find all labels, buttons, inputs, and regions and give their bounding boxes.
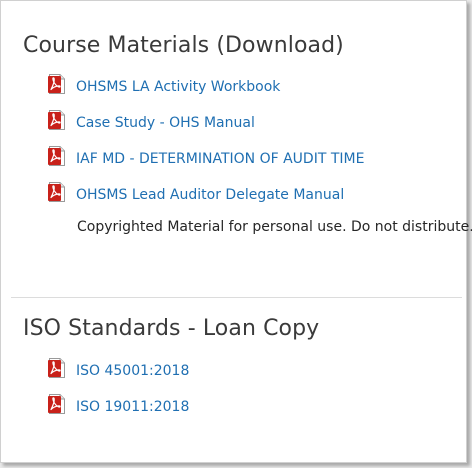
list-item: ISO 45001:2018 (1, 353, 466, 389)
list-item: IAF MD - DETERMINATION OF AUDIT TIME (1, 141, 466, 177)
list-item: Case Study - OHS Manual (1, 105, 466, 141)
course-materials-section: Course Materials (Download) OHSMS LA Act… (1, 31, 472, 235)
file-link-iso-45001[interactable]: ISO 45001:2018 (76, 363, 189, 379)
file-link-iso-19011[interactable]: ISO 19011:2018 (76, 399, 189, 415)
course-materials-list: OHSMS LA Activity Workbook Case Study - … (1, 69, 466, 213)
list-item: ISO 19011:2018 (1, 389, 466, 425)
course-panel: Course Materials (Download) OHSMS LA Act… (0, 0, 472, 463)
list-item: OHSMS LA Activity Workbook (1, 69, 466, 105)
pdf-icon (48, 146, 66, 166)
file-link-case-study[interactable]: Case Study - OHS Manual (76, 115, 255, 131)
copyright-note: Copyrighted Material for personal use. D… (77, 219, 472, 235)
pdf-icon (48, 182, 66, 202)
file-link-iaf-md[interactable]: IAF MD - DETERMINATION OF AUDIT TIME (76, 151, 364, 167)
section-divider (11, 297, 462, 298)
iso-standards-section: ISO Standards - Loan Copy ISO 45001:2018… (1, 314, 466, 425)
pdf-icon (48, 358, 66, 378)
pdf-icon (48, 110, 66, 130)
pdf-icon (48, 74, 66, 94)
course-materials-heading: Course Materials (Download) (23, 33, 344, 58)
file-link-delegate-manual[interactable]: OHSMS Lead Auditor Delegate Manual (76, 187, 344, 203)
pdf-icon (48, 394, 66, 414)
iso-standards-list: ISO 45001:2018 ISO 19011:2018 (1, 353, 466, 425)
iso-standards-heading: ISO Standards - Loan Copy (23, 316, 320, 341)
list-item: OHSMS Lead Auditor Delegate Manual (1, 177, 466, 213)
file-link-activity-workbook[interactable]: OHSMS LA Activity Workbook (76, 79, 280, 95)
